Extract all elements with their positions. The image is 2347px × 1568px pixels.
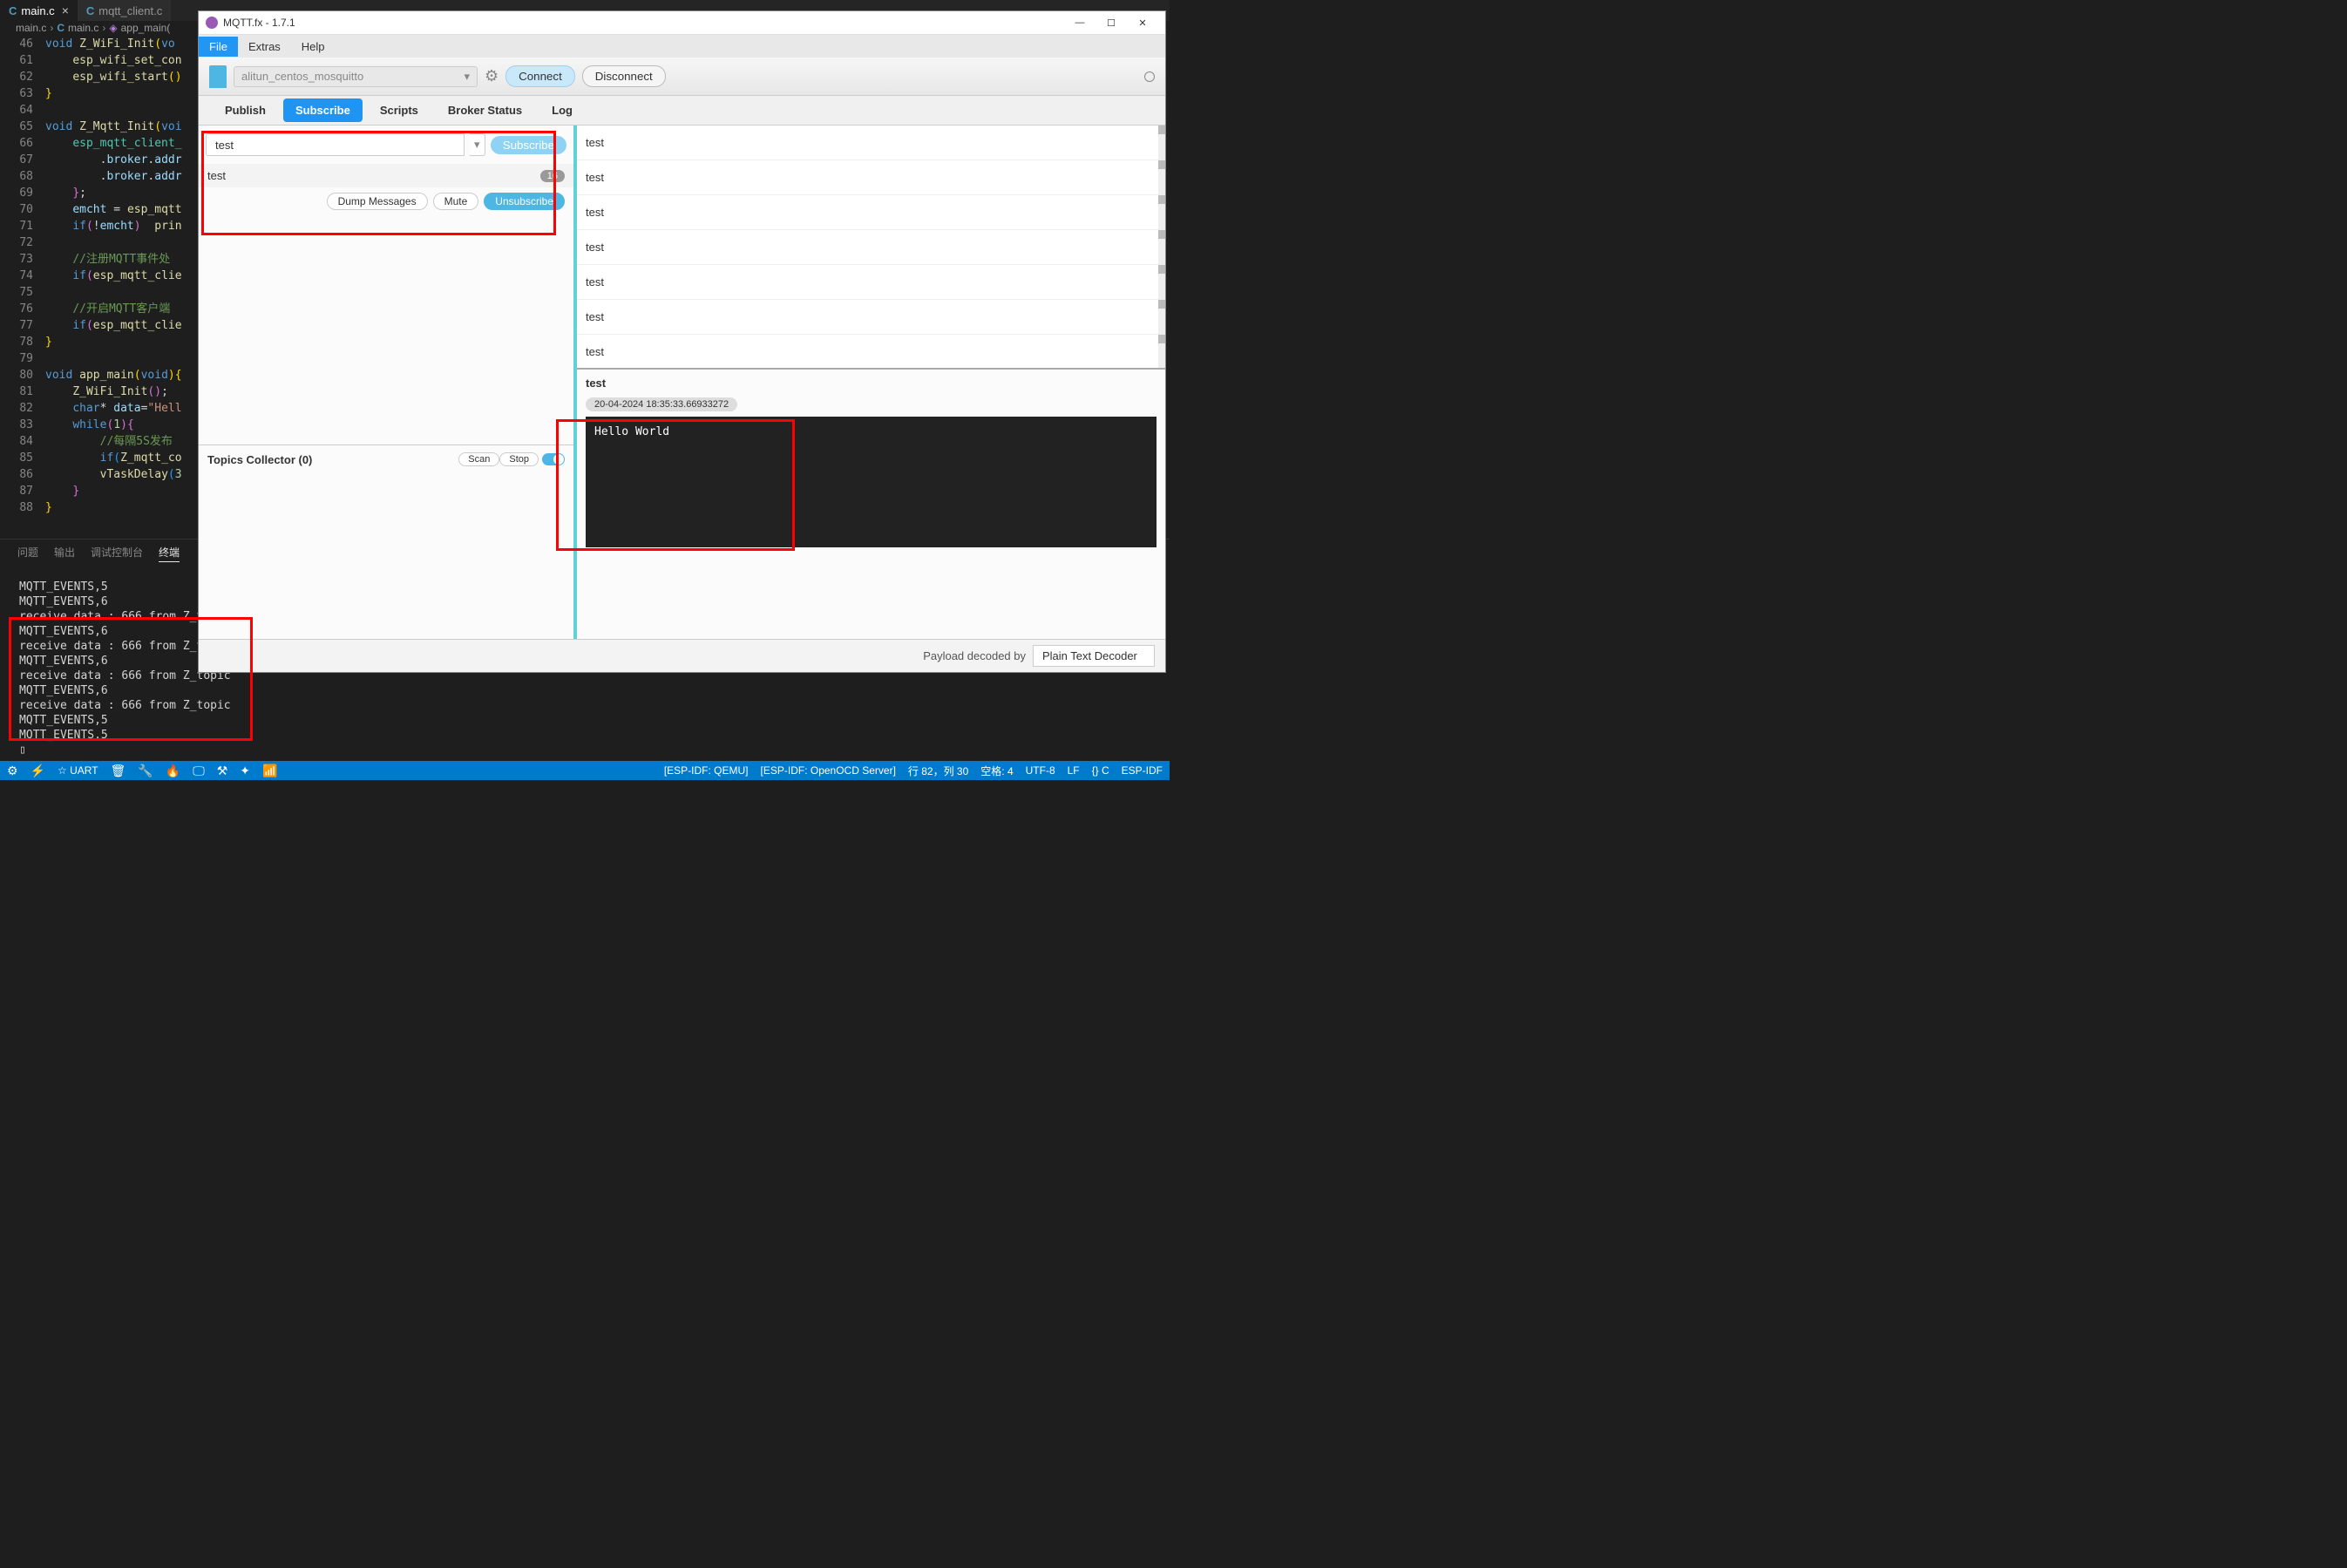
decoder-label: Payload decoded by: [923, 649, 1026, 662]
trash-icon[interactable]: 🗑: [111, 764, 126, 778]
c-lang-icon: C: [86, 4, 94, 17]
chevron-right-icon: ›: [50, 22, 53, 34]
message-pane: testtesttesttesttesttesttest test 20-04-…: [577, 126, 1165, 639]
detail-topic: test: [586, 377, 1157, 390]
message-item[interactable]: test: [577, 195, 1165, 230]
panel-tab-output[interactable]: 输出: [54, 545, 75, 562]
menu-file[interactable]: File: [199, 37, 238, 57]
c-lang-icon: C: [57, 22, 64, 34]
titlebar[interactable]: MQTT.fx - 1.7.1 — ☐ ✕: [199, 11, 1165, 35]
decoder-select[interactable]: Plain Text Decoder: [1033, 645, 1155, 667]
tab-subscribe[interactable]: Subscribe: [283, 98, 363, 122]
flame-icon[interactable]: 🔥: [166, 764, 180, 778]
connect-button[interactable]: Connect: [505, 65, 575, 87]
detail-payload[interactable]: Hello World: [586, 417, 1157, 547]
close-icon[interactable]: ✕: [1127, 17, 1158, 29]
tab-publish[interactable]: Publish: [213, 98, 278, 122]
connection-name: alitun_centos_mosquitto: [241, 70, 363, 83]
status-indent[interactable]: 空格: 4: [980, 764, 1013, 778]
tab-broker-status[interactable]: Broker Status: [436, 98, 534, 122]
mqttfx-window: MQTT.fx - 1.7.1 — ☐ ✕ File Extras Help a…: [198, 10, 1166, 673]
message-count-badge: 16: [540, 170, 565, 182]
scan-button[interactable]: Scan: [458, 452, 499, 466]
gear-icon[interactable]: ⚙: [485, 67, 499, 85]
settings-icon[interactable]: ⚙: [7, 764, 18, 778]
topics-collector-body: [199, 473, 573, 639]
stop-button[interactable]: Stop: [499, 452, 539, 466]
monitor-icon[interactable]: 🖵: [193, 764, 205, 778]
tab-log[interactable]: Log: [539, 98, 585, 122]
subscribe-button[interactable]: Subscribe: [491, 136, 566, 154]
mute-button[interactable]: Mute: [433, 193, 479, 210]
connection-select[interactable]: alitun_centos_mosquitto ▾: [234, 66, 478, 87]
tab-label: main.c: [21, 4, 54, 17]
message-item[interactable]: test: [577, 265, 1165, 300]
topics-collector-title: Topics Collector (0): [207, 453, 458, 466]
plug-icon[interactable]: ⚡: [31, 764, 45, 778]
detail-timestamp: 20-04-2024 18:35:33.66933272: [586, 397, 737, 411]
tab-scripts[interactable]: Scripts: [368, 98, 431, 122]
menu-extras[interactable]: Extras: [238, 37, 291, 57]
panel-tab-debug[interactable]: 调试控制台: [91, 545, 143, 562]
window-title: MQTT.fx - 1.7.1: [223, 17, 1064, 29]
maximize-icon[interactable]: ☐: [1095, 17, 1127, 29]
line-gutter: 4661626364656667686970717273747576777879…: [0, 36, 45, 516]
app-icon: [206, 17, 218, 29]
status-openocd[interactable]: [ESP-IDF: OpenOCD Server]: [761, 764, 896, 777]
panel-tab-terminal[interactable]: 终端: [159, 545, 180, 562]
cube-icon: ◈: [109, 22, 117, 34]
minimize-icon[interactable]: —: [1064, 17, 1095, 28]
status-qemu[interactable]: [ESP-IDF: QEMU]: [664, 764, 749, 777]
breadcrumb-file: main.c: [68, 22, 98, 34]
main-tabs: Publish Subscribe Scripts Broker Status …: [199, 96, 1165, 126]
close-icon[interactable]: ×: [62, 3, 69, 17]
status-indicator-icon: [1144, 71, 1155, 82]
topic-name: test: [207, 169, 540, 182]
tool-icon[interactable]: 🔧: [138, 764, 153, 778]
dump-messages-button[interactable]: Dump Messages: [327, 193, 428, 210]
chevron-down-icon: ▾: [464, 70, 470, 84]
tab-mqtt-client-c[interactable]: C mqtt_client.c: [78, 0, 171, 21]
disconnect-button[interactable]: Disconnect: [582, 65, 666, 87]
spark-icon[interactable]: ✦: [240, 764, 250, 778]
toolbar: alitun_centos_mosquitto ▾ ⚙ Connect Disc…: [199, 58, 1165, 96]
status-bar: ⚙ ⚡ ☆ UART 🗑 🔧 🔥 🖵 ⚒ ✦ 📶 [ESP-IDF: QEMU]…: [0, 761, 1170, 780]
breadcrumb-root: main.c: [16, 22, 46, 34]
status-ext[interactable]: ESP-IDF: [1122, 764, 1163, 777]
topic-input[interactable]: test: [206, 133, 465, 156]
status-uart[interactable]: ☆ UART: [58, 764, 98, 777]
unsubscribe-button[interactable]: Unsubscribe: [484, 193, 565, 210]
status-lang[interactable]: {} C: [1092, 764, 1109, 777]
message-item[interactable]: test: [577, 230, 1165, 265]
message-list[interactable]: testtesttesttesttesttesttest: [577, 126, 1165, 368]
message-detail: test 20-04-2024 18:35:33.66933272 Hello …: [577, 368, 1165, 639]
message-item[interactable]: test: [577, 126, 1165, 160]
panel-tab-problems[interactable]: 问题: [17, 545, 38, 562]
chevron-right-icon: ›: [102, 22, 105, 34]
breadcrumb-func: app_main(: [121, 22, 171, 34]
status-cursor[interactable]: 行 82，列 30: [908, 764, 968, 778]
tab-main-c[interactable]: C main.c ×: [0, 0, 78, 21]
subscribe-left-pane: test ▾ Subscribe test 16 Dump Messages M…: [199, 126, 577, 639]
topic-dropdown-icon[interactable]: ▾: [470, 133, 485, 156]
menubar: File Extras Help: [199, 35, 1165, 58]
status-eol[interactable]: LF: [1068, 764, 1080, 777]
subscribed-topic-row[interactable]: test 16: [199, 164, 573, 187]
document-icon[interactable]: [209, 65, 227, 88]
build-icon[interactable]: ⚒: [217, 764, 228, 778]
antenna-icon[interactable]: 📶: [262, 764, 277, 778]
message-item[interactable]: test: [577, 335, 1165, 368]
tab-label: mqtt_client.c: [98, 4, 162, 17]
message-item[interactable]: test: [577, 300, 1165, 335]
collector-toggle[interactable]: [542, 453, 565, 465]
mqttfx-footer: Payload decoded by Plain Text Decoder: [199, 639, 1165, 672]
menu-help[interactable]: Help: [291, 37, 336, 57]
c-lang-icon: C: [9, 4, 17, 17]
status-encoding[interactable]: UTF-8: [1026, 764, 1055, 777]
message-item[interactable]: test: [577, 160, 1165, 195]
